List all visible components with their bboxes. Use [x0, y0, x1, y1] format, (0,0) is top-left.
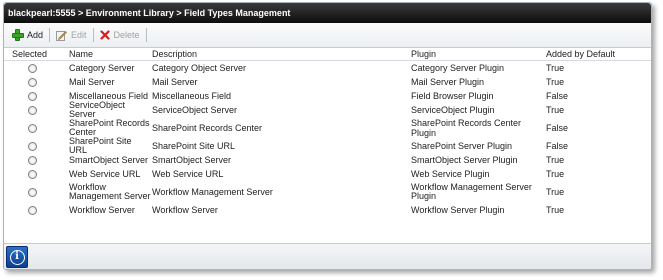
cell-description: Web Service URL [152, 169, 224, 179]
edit-button[interactable]: Edit [52, 26, 91, 44]
cell-name: ServiceObject Server [69, 100, 126, 119]
column-header-plugin[interactable]: Plugin [410, 49, 545, 59]
table-row[interactable]: Category Server Category Object Server C… [4, 61, 651, 75]
info-button[interactable]: i [6, 246, 28, 268]
cell-plugin: SmartObject Server Plugin [411, 155, 518, 165]
cell-description: SmartObject Server [152, 155, 232, 165]
cell-plugin: SharePoint Records Center Plugin [411, 118, 522, 138]
column-header-description[interactable]: Description [151, 49, 410, 59]
select-radio[interactable] [28, 187, 37, 197]
cell-plugin: Field Browser Plugin [411, 91, 494, 101]
cell-added-by-default: True [546, 105, 565, 115]
add-button-label: Add [27, 30, 44, 40]
select-radio[interactable] [28, 123, 37, 133]
cell-name: Workflow Management Server [69, 182, 151, 201]
select-radio[interactable] [28, 169, 37, 179]
row-select-cell [4, 91, 67, 101]
cell-name: Mail Server [69, 76, 115, 87]
cell-added-by-default: True [546, 77, 565, 87]
select-radio[interactable] [28, 77, 37, 87]
select-radio[interactable] [28, 205, 37, 215]
table-row[interactable]: SmartObject Server SmartObject Server Sm… [4, 153, 651, 167]
cell-name: SmartObject Server [69, 154, 149, 165]
cell-name: Workflow Server [69, 204, 135, 215]
row-select-cell [4, 105, 67, 115]
cell-added-by-default: False [546, 91, 569, 101]
cell-plugin: Mail Server Plugin [411, 77, 485, 87]
row-select-cell [4, 205, 67, 215]
table-row[interactable]: Workflow Management Server Workflow Mana… [4, 181, 651, 203]
column-header-added-by-default[interactable]: Added by Default [545, 49, 651, 59]
column-header-selected[interactable]: Selected [4, 49, 67, 59]
field-types-window: blackpearl:5555 > Environment Library > … [3, 2, 652, 270]
cell-added-by-default: False [546, 123, 569, 133]
cell-plugin: Category Server Plugin [411, 63, 505, 73]
add-button[interactable]: Add [8, 26, 47, 44]
table-row[interactable]: SharePoint Site URL SharePoint Site URL … [4, 136, 651, 155]
toolbar: Add Edit Delete [4, 23, 651, 48]
cell-added-by-default: True [546, 63, 565, 73]
table-row[interactable]: ServiceObject Server ServiceObject Serve… [4, 100, 651, 119]
table-row[interactable]: Web Service URL Web Service URL Web Serv… [4, 167, 651, 181]
row-select-cell [4, 169, 67, 179]
table-row[interactable]: Workflow Server Workflow Server Workflow… [4, 203, 651, 217]
toolbar-divider [92, 28, 94, 42]
cell-description: Miscellaneous Field [152, 91, 232, 101]
cell-plugin: Workflow Server Plugin [411, 205, 505, 215]
cell-description: ServiceObject Server [152, 105, 238, 115]
column-header-name[interactable]: Name [67, 49, 151, 59]
cell-name: Web Service URL [69, 168, 141, 179]
select-radio[interactable] [28, 105, 37, 115]
select-radio[interactable] [28, 63, 37, 73]
delete-x-icon [99, 30, 110, 40]
table-row[interactable]: Mail Server Mail Server Mail Server Plug… [4, 75, 651, 89]
delete-button[interactable]: Delete [96, 26, 144, 44]
cell-added-by-default: False [546, 141, 569, 151]
select-radio[interactable] [28, 91, 37, 101]
row-select-cell [4, 187, 67, 197]
breadcrumb: blackpearl:5555 > Environment Library > … [4, 3, 651, 23]
cell-description: SharePoint Records Center [152, 123, 263, 133]
cell-plugin: Workflow Management Server Plugin [411, 182, 532, 201]
row-select-cell [4, 141, 67, 151]
cell-added-by-default: True [546, 205, 565, 215]
cell-added-by-default: True [546, 169, 565, 179]
cell-description: SharePoint Site URL [152, 141, 236, 151]
edit-icon [56, 30, 67, 41]
cell-added-by-default: True [546, 187, 565, 197]
select-radio[interactable] [28, 155, 37, 165]
row-select-cell [4, 77, 67, 87]
cell-name: SharePoint Records Center [69, 118, 150, 137]
plus-icon [11, 29, 24, 41]
row-select-cell [4, 123, 67, 133]
edit-button-label: Edit [71, 30, 87, 40]
row-select-cell [4, 63, 67, 73]
toolbar-divider [49, 28, 51, 42]
cell-name: SharePoint Site URL [69, 136, 132, 155]
cell-description: Mail Server [152, 77, 198, 87]
status-bar: i [4, 243, 651, 269]
cell-name: Category Server [69, 62, 135, 73]
row-select-cell [4, 155, 67, 165]
select-radio[interactable] [28, 141, 37, 151]
info-icon: i [9, 249, 25, 265]
field-types-grid: Selected Name Description Plugin Added b… [4, 48, 651, 217]
cell-plugin: Web Service Plugin [411, 169, 490, 179]
cell-plugin: ServiceObject Plugin [411, 105, 495, 115]
cell-description: Workflow Server [152, 205, 218, 215]
cell-description: Workflow Management Server [152, 187, 273, 197]
cell-description: Category Object Server [152, 63, 247, 73]
toolbar-divider [145, 28, 147, 42]
cell-plugin: SharePoint Server Plugin [411, 141, 513, 151]
delete-button-label: Delete [113, 30, 140, 40]
grid-header: Selected Name Description Plugin Added b… [4, 48, 651, 61]
cell-added-by-default: True [546, 155, 565, 165]
